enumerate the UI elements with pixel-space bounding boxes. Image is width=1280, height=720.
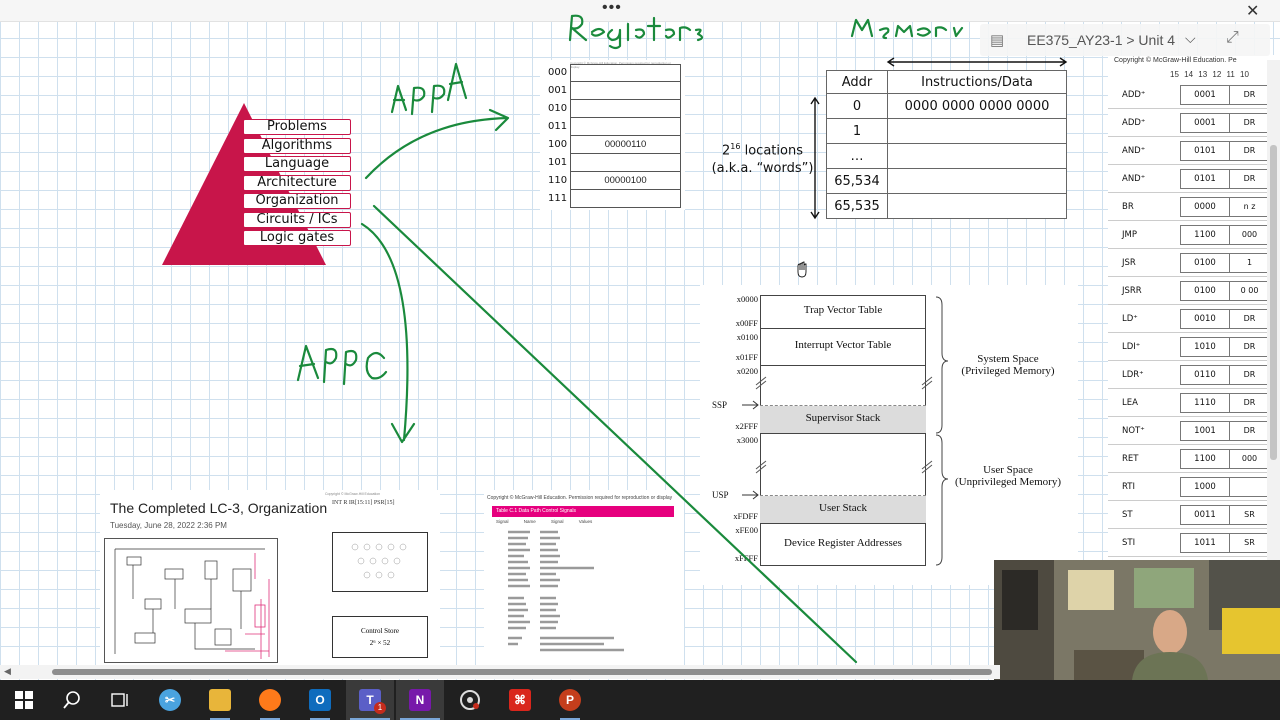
- file-explorer-button[interactable]: [196, 680, 244, 720]
- hand-cursor-icon: [797, 261, 807, 278]
- task-view-button[interactable]: [96, 680, 144, 720]
- scroll-left-icon[interactable]: ◀: [4, 666, 11, 677]
- snagit-button[interactable]: [446, 680, 494, 720]
- horizontal-scrollbar-thumb[interactable]: [52, 669, 992, 675]
- onenote-icon: N: [409, 689, 431, 711]
- firefox-icon: [259, 689, 281, 711]
- teams-button[interactable]: T 1: [346, 680, 394, 720]
- notification-badge: 1: [374, 702, 386, 714]
- windows-icon: [15, 691, 33, 709]
- task-view-icon: [111, 693, 128, 707]
- snipping-tool-button[interactable]: ✂: [146, 680, 194, 720]
- firefox-button[interactable]: [246, 680, 294, 720]
- onenote-canvas[interactable]: ••• ✕ Problems Algorithms Language Archi…: [0, 0, 1280, 680]
- acrobat-icon: ⌘: [509, 689, 531, 711]
- horizontal-scrollbar[interactable]: ◀: [0, 665, 1000, 679]
- windows-start-button[interactable]: [0, 680, 48, 720]
- snipping-tool-icon: ✂: [159, 689, 181, 711]
- webcam-video: [994, 560, 1280, 680]
- outlook-button[interactable]: O: [296, 680, 344, 720]
- windows-taskbar: ✂ O T 1 N ⌘ P: [0, 680, 1280, 720]
- powerpoint-button[interactable]: P: [546, 680, 594, 720]
- capture-icon: [460, 690, 480, 710]
- folder-icon: [209, 689, 231, 711]
- onenote-button[interactable]: N: [396, 680, 444, 720]
- powerpoint-icon: P: [559, 689, 581, 711]
- webcam-frame: [994, 560, 1280, 680]
- outlook-icon: O: [309, 689, 331, 711]
- search-icon: [63, 691, 80, 709]
- acrobat-button[interactable]: ⌘: [496, 680, 544, 720]
- search-button[interactable]: [48, 680, 96, 720]
